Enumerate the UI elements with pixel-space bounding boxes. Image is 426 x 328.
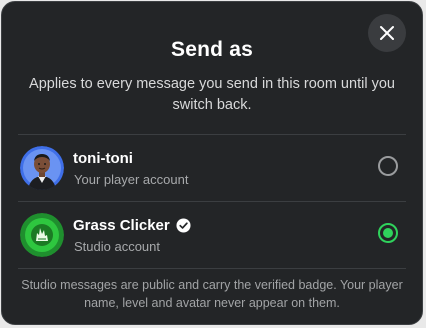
send-as-dialog: Send as Applies to every message you sen… [1, 1, 423, 325]
verified-badge-icon [176, 218, 191, 233]
radio-unselected[interactable] [378, 156, 398, 176]
radio-selected[interactable] [378, 223, 398, 243]
account-type: Your player account [74, 172, 189, 187]
dialog-title: Send as [171, 38, 253, 61]
radio-selected-dot [383, 228, 393, 238]
account-name-text: Grass Clicker [73, 217, 170, 234]
player-avatar-icon [20, 146, 64, 190]
account-option-player[interactable]: toni-toni Your player account [18, 135, 406, 201]
footer-note: Studio messages are public and carry the… [21, 278, 403, 310]
account-name-text: toni-toni [73, 150, 133, 167]
divider [18, 268, 406, 269]
account-name: toni-toni [73, 150, 133, 167]
account-option-studio[interactable]: Grass Clicker Studio account [18, 202, 406, 268]
grass-clicker-logo-icon [20, 213, 64, 257]
account-name: Grass Clicker [73, 217, 191, 234]
dialog-subtitle: Applies to every message you send in thi… [29, 76, 395, 113]
account-type: Studio account [74, 239, 161, 254]
